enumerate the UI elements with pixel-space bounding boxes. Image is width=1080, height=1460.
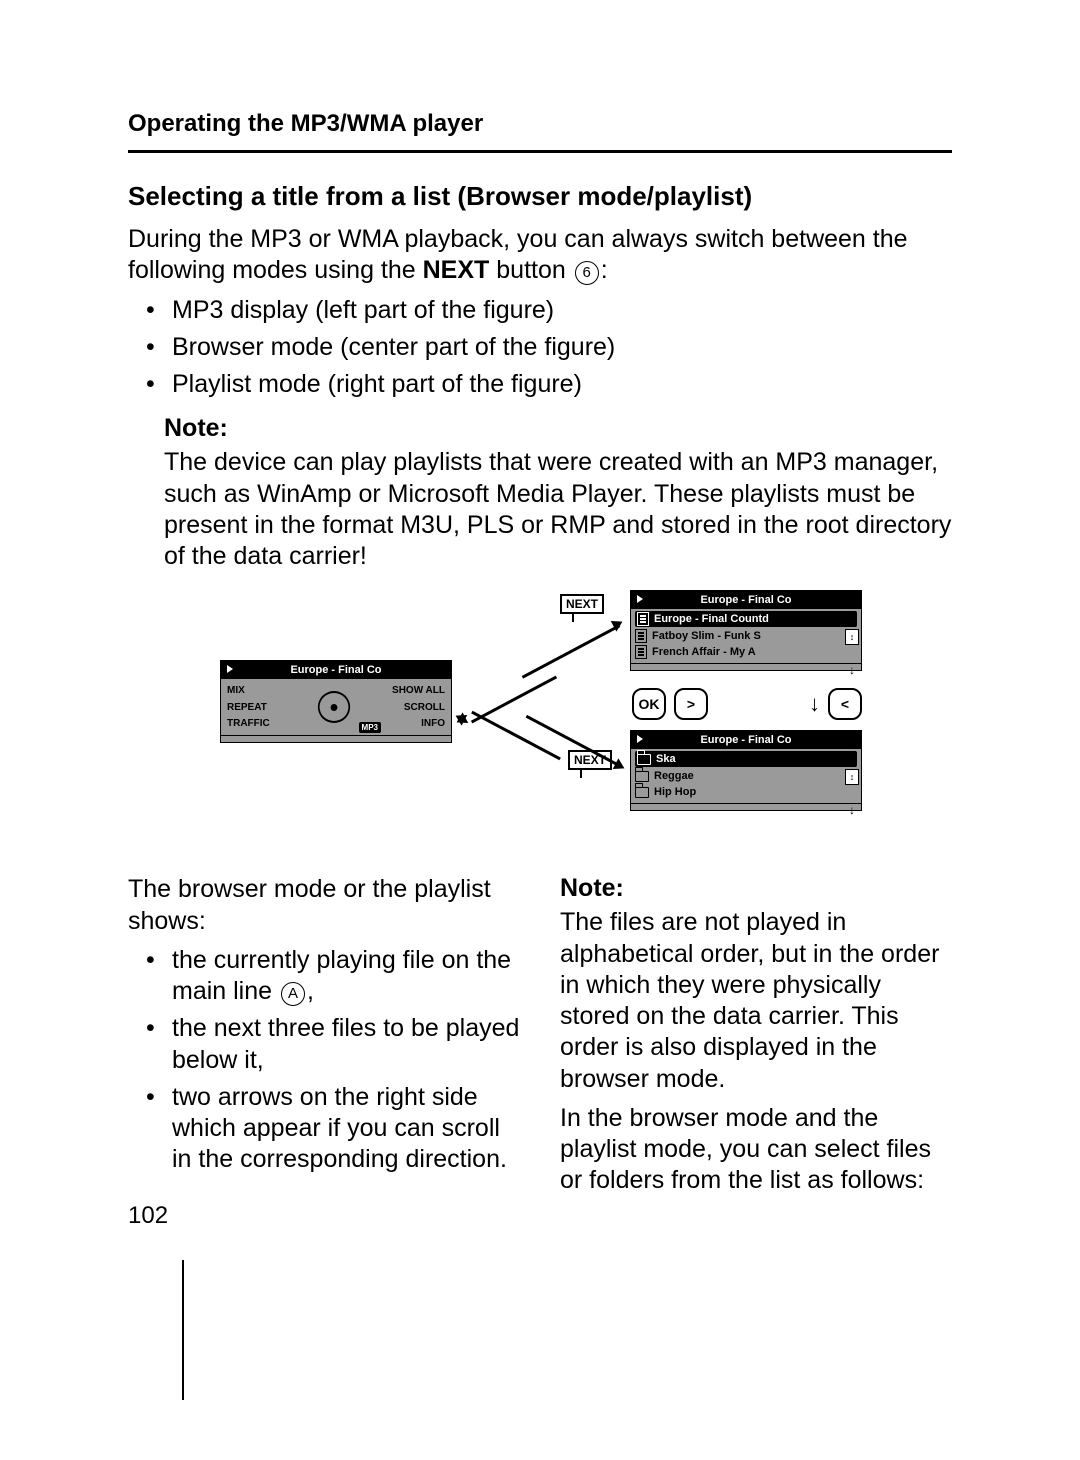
back-button[interactable]: < [828, 688, 862, 720]
ok-button[interactable]: OK [632, 688, 666, 720]
mode-item: MP3 display (left part of the figure) [128, 295, 952, 326]
mp3-display-screen: Europe - Final Co MIX REPEAT TRAFFIC MP3… [220, 660, 452, 743]
intro-post: button [489, 256, 572, 284]
lower-right-column: Note: The files are not played in alphab… [560, 874, 952, 1204]
button-ref-6: 6 [575, 261, 599, 285]
screen-footer [221, 735, 451, 742]
arrow-line [471, 711, 561, 761]
text: the currently playing file on the main l… [172, 946, 511, 1005]
disc-icon [317, 691, 349, 723]
scroll-indicators: ↕ ↓ [845, 769, 859, 817]
scroll-down-icon: ↓ [845, 663, 859, 677]
page-number-rule [182, 1260, 184, 1400]
right-options: SHOW ALL SCROLL INFO [375, 679, 451, 735]
play-arrow-icon [637, 735, 643, 743]
header-rule [128, 150, 952, 153]
opt-mix: MIX [227, 685, 292, 696]
browser-screen: Europe - Final Co Ska Reggae Hip Hop ↕ ↓ [630, 730, 862, 811]
screen-header: Europe - Final Co [631, 591, 861, 609]
list-item: French Affair - My A [635, 644, 857, 660]
list-item-label: Ska [656, 753, 676, 765]
line-ref-a: A [281, 982, 305, 1006]
note-text: The device can play playlists that were … [164, 447, 952, 572]
text: , [307, 977, 314, 1005]
intro-end: : [601, 256, 608, 284]
opt-scroll: SCROLL [404, 702, 445, 713]
list-item: two arrows on the right side which appea… [128, 1082, 520, 1176]
left-options: MIX REPEAT TRAFFIC [221, 679, 292, 735]
note-block: Note: The device can play playlists that… [128, 414, 952, 572]
opt-info: INFO [421, 718, 445, 729]
list-item-label: Fatboy Slim - Funk S [652, 630, 761, 642]
playlist-screen: Europe - Final Co Europe - Final Countd … [630, 590, 862, 671]
arrow-line [522, 625, 621, 679]
play-arrow-icon [637, 595, 643, 603]
screen-footer [631, 663, 861, 670]
list-item: Reggae [635, 768, 857, 784]
now-playing-title: Europe - Final Co [290, 664, 381, 676]
opt-repeat: REPEAT [227, 702, 292, 713]
tail-paragraph: In the browser mode and the playlist mod… [560, 1103, 952, 1197]
list-item: Hip Hop [635, 784, 857, 800]
scroll-up-icon: ↕ [845, 629, 859, 645]
forward-button[interactable]: > [674, 688, 708, 720]
scroll-indicators: ↕ ↓ [845, 629, 859, 677]
note-heading: Note: [560, 874, 952, 903]
folder-icon [637, 754, 651, 765]
list-item: the next three files to be played below … [128, 1013, 520, 1076]
file-icon [637, 612, 649, 626]
scroll-down-icon: ↓ [845, 803, 859, 817]
list-item: the currently playing file on the main l… [128, 945, 520, 1008]
down-arrow-icon: ↓ [809, 691, 820, 717]
screen-header: Europe - Final Co [631, 731, 861, 749]
play-arrow-icon [227, 665, 233, 673]
folder-icon [635, 771, 649, 782]
list-item: Ska [635, 751, 857, 767]
lower-columns: The browser mode or the playlist shows: … [128, 874, 952, 1204]
list-item-label: Hip Hop [654, 786, 696, 798]
lower-left-column: The browser mode or the playlist shows: … [128, 874, 520, 1204]
now-playing-title: Europe - Final Co [700, 594, 791, 606]
intro-paragraph: During the MP3 or WMA playback, you can … [128, 224, 952, 287]
mp3-tag: MP3 [359, 722, 381, 733]
list-item-label: French Affair - My A [652, 646, 756, 658]
list-item-label: Europe - Final Countd [654, 613, 769, 625]
next-tag-upper: NEXT [560, 594, 604, 614]
now-playing-title: Europe - Final Co [700, 734, 791, 746]
lower-left-lead: The browser mode or the playlist shows: [128, 874, 520, 937]
opt-showall: SHOW ALL [392, 685, 445, 696]
folder-icon [635, 787, 649, 798]
scroll-up-icon: ↕ [845, 769, 859, 785]
mode-list: MP3 display (left part of the figure) Br… [128, 295, 952, 401]
page-number: 102 [128, 1202, 168, 1230]
mode-item: Browser mode (center part of the figure) [128, 332, 952, 363]
note-text: The files are not played in alphabetical… [560, 907, 952, 1095]
modes-figure: NEXT NEXT Europe - Final Co MIX REPEAT T… [220, 590, 860, 850]
file-icon [635, 629, 647, 643]
nav-button-row: OK > ↓ < [632, 688, 862, 720]
note-heading: Note: [164, 414, 952, 443]
screen-header: Europe - Final Co [221, 661, 451, 679]
list-item: Europe - Final Countd [635, 611, 857, 627]
shows-list: the currently playing file on the main l… [128, 945, 520, 1176]
next-word: NEXT [423, 256, 490, 284]
list-item-label: Reggae [654, 770, 694, 782]
mode-item: Playlist mode (right part of the figure) [128, 369, 952, 400]
manual-page: Operating the MP3/WMA player Selecting a… [0, 0, 1080, 1460]
heading: Selecting a title from a list (Browser m… [128, 181, 952, 212]
opt-traffic: TRAFFIC [227, 718, 292, 729]
section-header: Operating the MP3/WMA player [128, 110, 952, 138]
disc-graphic: MP3 [292, 679, 375, 735]
file-icon [635, 645, 647, 659]
screen-footer [631, 803, 861, 810]
list-item: Fatboy Slim - Funk S [635, 628, 857, 644]
